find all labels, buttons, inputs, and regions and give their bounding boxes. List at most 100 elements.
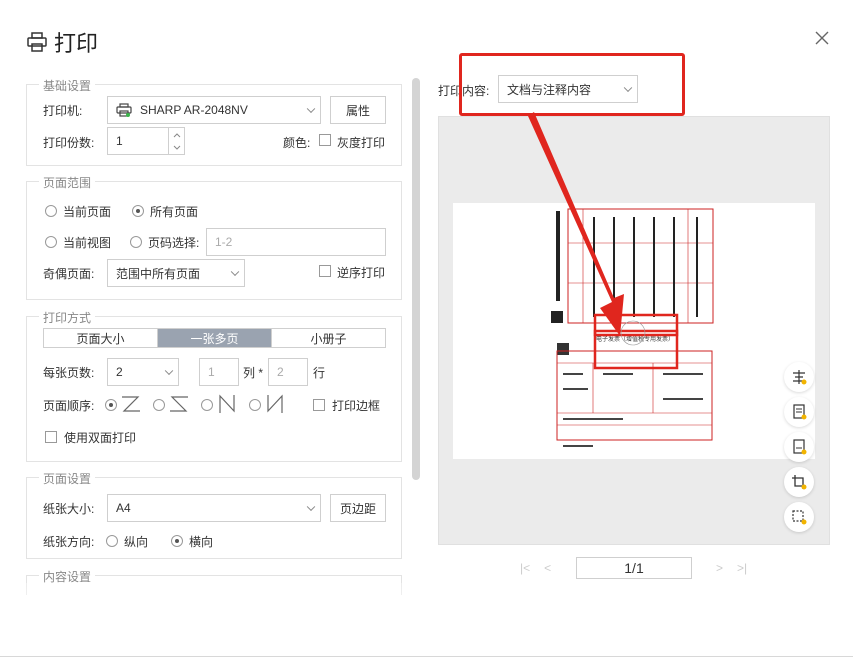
paper-size-label: 纸张大小: [43,502,95,516]
pages-per-sheet-label: 每张页数: [43,366,95,380]
all-pages-label: 所有页面 [150,205,199,219]
color-label: 颜色: [283,136,311,150]
dialog-title-text: 打印 [54,31,99,56]
printer-icon [27,32,47,52]
preview-page: 电子发票（增值税专用发票） [453,203,815,459]
properties-button[interactable]: 属性 [330,96,386,124]
print-border-label: 打印边框 [332,399,381,413]
duplex-label: 使用双面打印 [64,431,137,445]
copies-value: 1 [116,134,123,148]
section-title: 基础设置 [39,77,96,94]
chevron-up-icon[interactable] [170,129,184,141]
rows-label: 行 [313,366,326,380]
grayscale-checkbox[interactable] [319,134,331,146]
close-icon[interactable] [812,28,832,48]
section-title: 打印方式 [39,309,96,326]
order-z-radio[interactable] [105,399,117,411]
section-title: 页面设置 [39,470,96,487]
paper-size-select[interactable]: A4 [107,494,321,522]
crop-button[interactable] [784,467,814,497]
prev-page-icon[interactable]: < [544,561,551,575]
fit-icon [793,370,807,385]
tab-page-size[interactable]: 页面大小 [44,329,158,347]
left-panel-scrollbar[interactable] [412,78,420,480]
pages-per-sheet-value: 2 [116,365,123,379]
printer-icon [116,103,132,117]
document-edit-icon [793,404,807,420]
crop-icon [792,475,807,490]
margins-button[interactable]: 页边距 [330,494,386,522]
odd-even-label: 奇偶页面: [43,267,95,281]
portrait-label: 纵向 [124,535,149,549]
current-page-label: 当前页面 [63,205,112,219]
printer-select[interactable]: SHARP AR-2048NV [107,96,321,124]
cols-input[interactable]: 1 [199,358,239,386]
order-n2-radio[interactable] [249,399,261,411]
odd-even-select[interactable]: 范围中所有页面 [107,259,245,287]
reverse-label: 逆序打印 [337,266,386,280]
rows-input[interactable]: 2 [268,358,308,386]
order-s-radio[interactable] [153,399,165,411]
all-pages-radio[interactable] [132,205,144,217]
page-settings-button[interactable] [784,397,814,427]
page-select-radio[interactable] [130,236,142,248]
bottom-divider [0,656,853,657]
pages-per-sheet-select[interactable]: 2 [107,358,179,386]
cols-label: 列 * [243,366,264,380]
current-page-radio[interactable] [45,205,57,217]
page-setup-group: 页面设置 纸张大小: A4 页边距 纸张方向: 纵向 横向 [26,470,402,559]
landscape-radio[interactable] [171,535,183,547]
chevron-down-icon [164,366,174,376]
annotation-highlight-box [459,53,685,116]
chevron-down-icon[interactable] [170,142,184,154]
current-view-radio[interactable] [45,236,57,248]
fit-page-button[interactable] [784,362,814,392]
duplex-checkbox[interactable] [45,431,57,443]
copies-stepper[interactable]: 1 [107,127,185,155]
tab-multi-page[interactable]: 一张多页 [158,329,272,347]
printer-label: 打印机: [43,104,83,118]
last-page-icon[interactable]: >| [737,561,747,575]
order-z-icon [122,396,140,412]
document-preview: 电子发票（增值税专用发票） [551,208,714,447]
grayscale-label: 灰度打印 [337,136,386,150]
odd-even-value: 范围中所有页面 [116,266,201,281]
copies-label: 打印份数: [43,136,95,150]
order-label: 页面顺序: [43,399,95,413]
page-indicator[interactable]: 1/1 [576,557,692,579]
pagination-prev: |< < [520,561,551,575]
mode-tabs: 页面大小 一张多页 小册子 [43,328,386,348]
section-title: 页面范围 [39,174,96,191]
reverse-checkbox[interactable] [319,265,331,277]
pagination-next: > >| [716,561,747,575]
document-button[interactable] [784,432,814,462]
annotation-arrow [528,112,624,336]
page-range-group: 页面范围 当前页面 所有页面 当前视图 页码选择: 1-2 奇偶页面: 范围中所… [26,174,402,300]
order-reverse-z-icon [170,396,188,412]
order-n-radio[interactable] [201,399,213,411]
first-page-icon[interactable]: |< [520,561,530,575]
page-select-input[interactable]: 1-2 [206,228,386,256]
print-area-button[interactable] [784,502,814,532]
print-border-checkbox[interactable] [313,399,325,411]
qr-code [557,343,569,355]
chevron-down-icon [230,267,240,277]
paper-size-value: A4 [116,501,131,515]
select-area-icon [792,510,807,525]
chevron-down-icon [306,502,316,512]
order-n-icon [267,394,283,413]
current-view-label: 当前视图 [63,236,112,250]
orientation-label: 纸张方向: [43,535,95,549]
printer-value: SHARP AR-2048NV [140,103,248,117]
next-page-icon[interactable]: > [716,561,723,575]
page-select-label: 页码选择: [148,236,200,250]
basic-settings-group: 基础设置 打印机: SHARP AR-2048NV 属性 打印份数: 1 颜色:… [26,77,402,166]
print-mode-group: 打印方式 页面大小 一张多页 小册子 每张页数: 2 1 列 * 2 行 页面顺… [26,309,402,462]
preview-pane: 电子发票（增值税专用发票） [438,116,830,545]
order-n-reverse-icon [219,394,235,413]
stepper-arrows[interactable] [168,128,184,154]
portrait-radio[interactable] [106,535,118,547]
landscape-label: 横向 [189,535,214,549]
tab-booklet[interactable]: 小册子 [272,329,385,347]
document-icon [793,439,807,455]
